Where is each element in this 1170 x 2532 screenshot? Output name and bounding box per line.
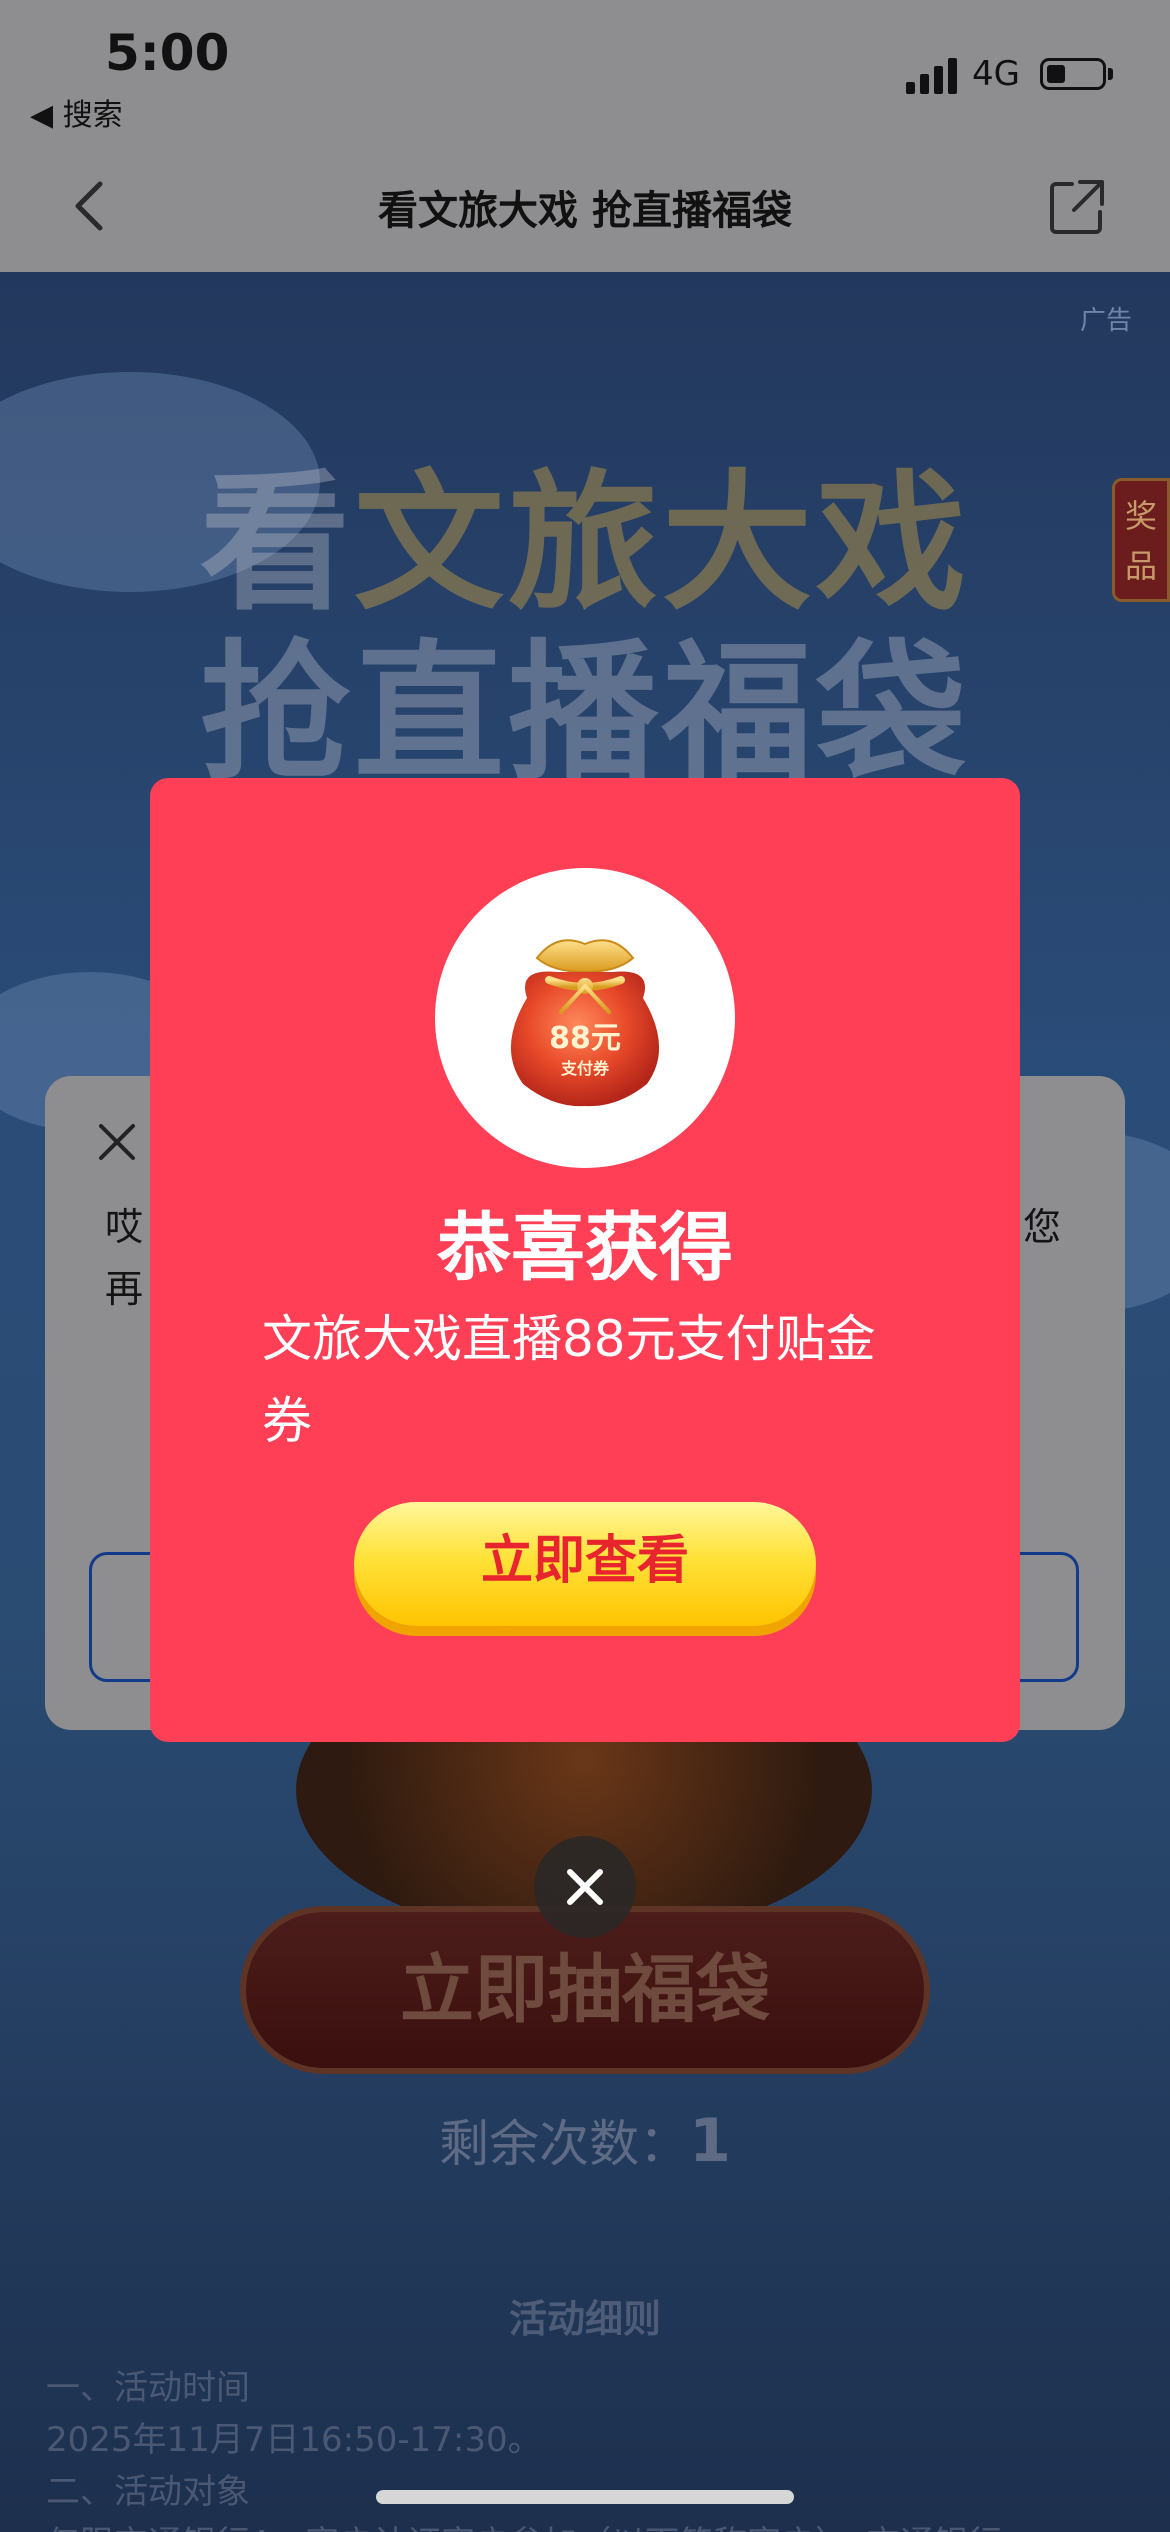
dialog-message-line: 再 [105, 1267, 144, 1311]
dialog-message: 哎 再 [105, 1196, 143, 1320]
view-now-button[interactable]: 立即查看 [354, 1502, 816, 1626]
ad-tag: 广告 [1080, 306, 1133, 336]
close-icon[interactable] [95, 1120, 139, 1164]
dialog-message-right: 您 [1023, 1205, 1062, 1249]
battery-icon [1040, 58, 1106, 90]
hero-title: 看文旅大戏 抢直播福袋 [0, 458, 1170, 798]
prize-description: 文旅大戏直播88元支付贴金券 [262, 1310, 876, 1450]
status-bar: 5:00 ◀ 搜索 4G [0, 0, 1170, 150]
prize-image-circle: 88元 支付券 [435, 868, 735, 1168]
bag-label: 支付券 [560, 1059, 610, 1078]
rules-title: 活动细则 [508, 2297, 661, 2341]
network-type: 4G [972, 54, 1020, 94]
remaining-number: 1 [689, 2106, 731, 2176]
prize-popup: 88元 支付券 恭喜获得 文旅大戏直播88元支付贴金券 立即查看 [150, 778, 1020, 1742]
lucky-bag-icon: 88元 支付券 [510, 939, 660, 1107]
hero-line2: 抢直播福袋 [199, 625, 970, 801]
bag-amount: 88元 [549, 1021, 621, 1056]
hero-line1-b: 文旅大戏 [354, 455, 971, 631]
hero-line1-a: 看 [199, 455, 354, 631]
share-icon[interactable] [1046, 176, 1108, 238]
battery-tip [1108, 68, 1113, 80]
page-title: 看文旅大戏 抢直播福袋 [378, 188, 792, 234]
remaining-count: 剩余次数：1 [0, 2104, 1170, 2176]
back-to-app-link[interactable]: ◀ 搜索 [30, 90, 123, 134]
rules-text: 一、活动时间 2025年11月7日16:50-17:30。 二、活动对象 仅限交… [46, 2362, 1126, 2532]
rules-line: 2025年11月7日16:50-17:30。 [46, 2420, 542, 2460]
page: 广告 奖品 看文旅大戏 抢直播福袋 立即抽福袋 剩余次数：1 活动细则 一、活动… [0, 0, 1170, 2532]
dialog-message-line: 哎 [105, 1205, 144, 1249]
congrats-title: 恭喜获得 [437, 1205, 733, 1291]
rules-line: 仅限交通银行A...客户认证客户参加（以下简称客户）。交通银行 [46, 2518, 1126, 2532]
signal-icon [906, 58, 960, 94]
remaining-label: 剩余次数： [439, 2115, 690, 2173]
home-indicator[interactable] [376, 2490, 794, 2504]
close-icon [567, 1869, 603, 1905]
popup-close-button[interactable] [534, 1836, 636, 1938]
status-time: 5:00 [105, 24, 230, 82]
rules-line: 一、活动时间 [46, 2368, 250, 2408]
nav-bar: 看文旅大戏 抢直播福袋 [0, 150, 1170, 272]
